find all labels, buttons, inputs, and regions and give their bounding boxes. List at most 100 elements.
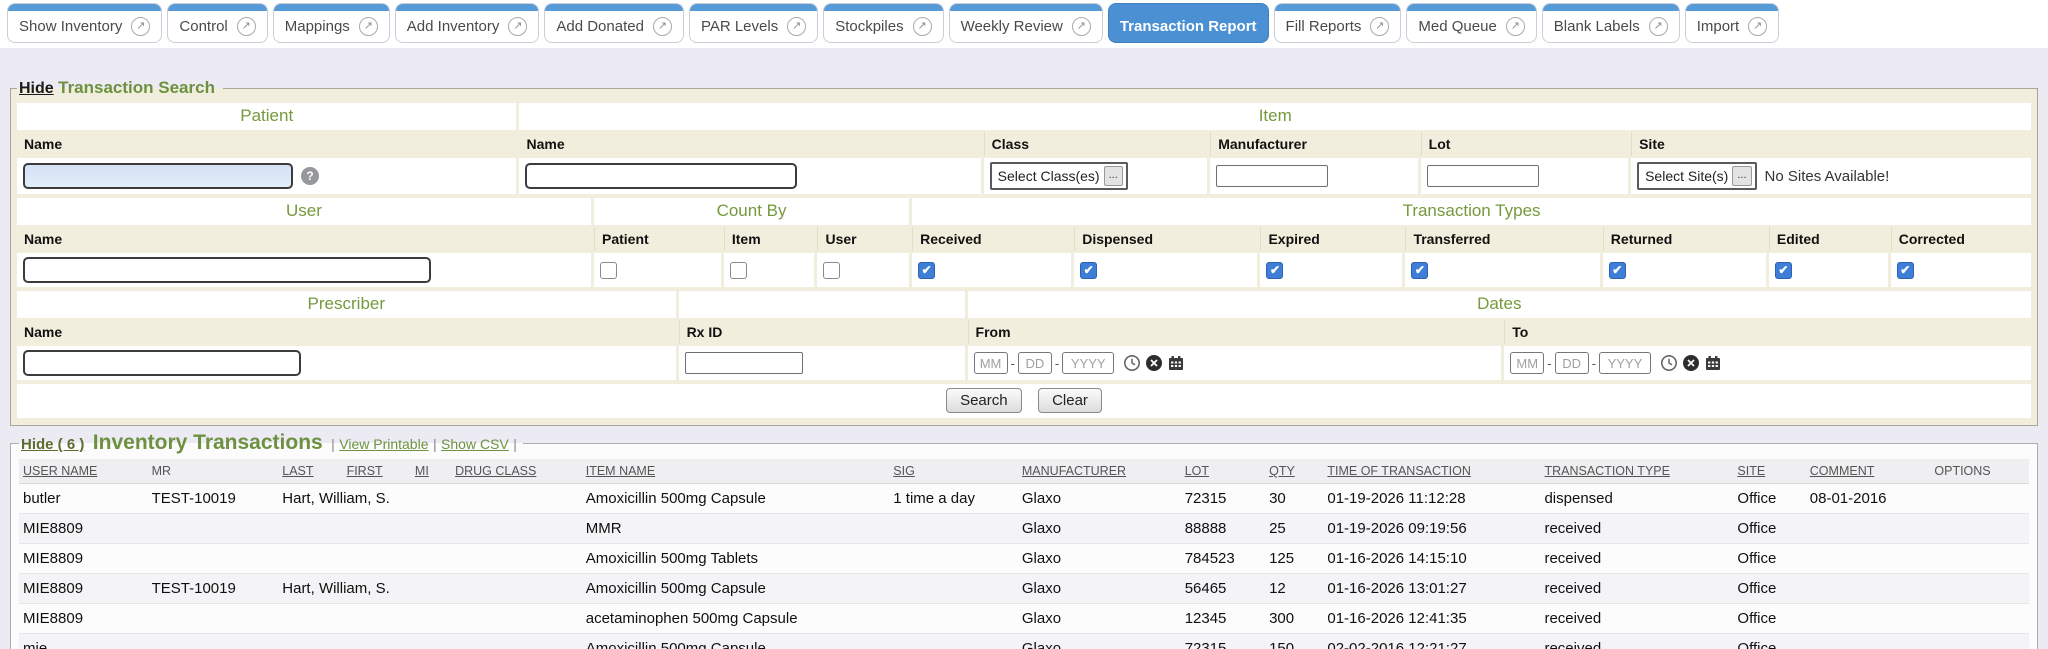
tab-med-queue[interactable]: Med Queue↗	[1407, 4, 1535, 42]
tab-transaction-report[interactable]: Transaction Report	[1109, 4, 1268, 42]
user-name-input[interactable]	[23, 257, 431, 283]
column-header-qty[interactable]: QTY	[1265, 459, 1323, 484]
from-month-input[interactable]	[974, 352, 1008, 374]
expired-checkbox[interactable]: ✔	[1266, 262, 1283, 279]
popout-icon[interactable]: ↗	[1748, 17, 1767, 36]
lot-input[interactable]	[1427, 165, 1539, 187]
tab-add-inventory[interactable]: Add Inventory↗	[396, 4, 539, 42]
section-header-count-by: Count By	[594, 198, 909, 225]
cell-user-name: butler	[19, 484, 148, 514]
manufacturer-input[interactable]	[1216, 165, 1328, 187]
popout-icon[interactable]: ↗	[237, 17, 256, 36]
tab-show-inventory[interactable]: Show Inventory↗	[8, 4, 161, 42]
column-header-comment[interactable]: COMMENT	[1806, 459, 1931, 484]
cell-manufacturer: Glaxo	[1018, 544, 1181, 574]
popout-icon[interactable]: ↗	[1649, 17, 1668, 36]
show-csv-link[interactable]: Show CSV	[441, 436, 509, 452]
column-header-manufacturer[interactable]: MANUFACTURER	[1018, 459, 1181, 484]
from-time-icon[interactable]	[1123, 354, 1141, 372]
column-header-drug-class[interactable]: DRUG CLASS	[451, 459, 582, 484]
edited-checkbox[interactable]: ✔	[1775, 262, 1792, 279]
cell-mr	[148, 514, 279, 544]
select-sites-ellipsis-button[interactable]: ...	[1732, 166, 1751, 186]
select-classes-button[interactable]: Select Class(es) ...	[990, 162, 1128, 190]
popout-icon[interactable]: ↗	[653, 17, 672, 36]
select-sites-button[interactable]: Select Site(s) ...	[1637, 162, 1756, 190]
cell-user-name: MIE8809	[19, 544, 148, 574]
to-day-input[interactable]	[1555, 352, 1589, 374]
popout-icon[interactable]: ↗	[1072, 17, 1091, 36]
tab-mappings[interactable]: Mappings↗	[274, 4, 389, 42]
popout-icon[interactable]: ↗	[131, 17, 150, 36]
help-icon[interactable]: ?	[301, 167, 319, 185]
patient-name-input[interactable]	[23, 163, 293, 189]
select-classes-ellipsis-button[interactable]: ...	[1104, 166, 1123, 186]
tab-stockpiles[interactable]: Stockpiles↗	[824, 4, 942, 42]
tab-add-donated[interactable]: Add Donated↗	[545, 4, 683, 42]
search-button[interactable]: Search	[946, 388, 1022, 413]
tab-label: PAR Levels	[701, 18, 778, 35]
cell-mr	[148, 544, 279, 574]
returned-checkbox[interactable]: ✔	[1609, 262, 1626, 279]
hide-transactions-link[interactable]: Hide ( 6 )	[21, 436, 84, 453]
cell-comment	[1806, 634, 1931, 649]
cell-patient-name: Hart, William, S.	[278, 484, 451, 514]
to-time-icon[interactable]	[1660, 354, 1678, 372]
prescriber-name-input[interactable]	[23, 350, 301, 376]
popout-icon[interactable]: ↗	[508, 17, 527, 36]
column-header-user-name[interactable]: USER NAME	[19, 459, 148, 484]
table-row: MIE8809Amoxicillin 500mg TabletsGlaxo784…	[19, 544, 2029, 574]
section-header-blank	[679, 291, 965, 318]
tab-top-bar	[168, 4, 266, 11]
returned-label: Returned	[1603, 227, 1766, 251]
tab-control[interactable]: Control↗	[168, 4, 266, 42]
dispensed-checkbox[interactable]: ✔	[1080, 262, 1097, 279]
cell-time-of-transaction: 01-16-2026 12:41:35	[1323, 604, 1540, 634]
hide-search-link[interactable]: Hide	[19, 80, 54, 97]
popout-icon[interactable]: ↗	[787, 17, 806, 36]
transferred-checkbox[interactable]: ✔	[1411, 262, 1428, 279]
column-header-site[interactable]: SITE	[1733, 459, 1805, 484]
column-header-lot[interactable]: LOT	[1181, 459, 1265, 484]
to-calendar-icon[interactable]	[1704, 354, 1722, 372]
corrected-checkbox[interactable]: ✔	[1897, 262, 1914, 279]
to-month-input[interactable]	[1510, 352, 1544, 374]
from-clear-icon[interactable]	[1145, 354, 1163, 372]
tab-weekly-review[interactable]: Weekly Review↗	[950, 4, 1102, 42]
view-printable-link[interactable]: View Printable	[339, 436, 428, 452]
from-calendar-icon[interactable]	[1167, 354, 1185, 372]
class-cell: Select Class(es) ...	[984, 158, 1208, 194]
select-sites-label: Select Site(s)	[1645, 168, 1728, 184]
cell-patient-name	[278, 634, 451, 649]
column-header-first[interactable]: FIRST	[343, 459, 411, 484]
cell-transaction-type: received	[1540, 634, 1733, 649]
to-year-input[interactable]	[1599, 352, 1651, 374]
item-name-input[interactable]	[525, 163, 797, 189]
column-header-last[interactable]: LAST	[278, 459, 342, 484]
column-header-time-of-transaction[interactable]: TIME OF TRANSACTION	[1323, 459, 1540, 484]
popout-icon[interactable]: ↗	[1370, 17, 1389, 36]
tab-blank-labels[interactable]: Blank Labels↗	[1543, 4, 1679, 42]
popout-icon[interactable]: ↗	[913, 17, 932, 36]
column-header-transaction-type[interactable]: TRANSACTION TYPE	[1540, 459, 1733, 484]
rx-id-input[interactable]	[685, 352, 803, 374]
popout-icon[interactable]: ↗	[1506, 17, 1525, 36]
cell-item-name: Amoxicillin 500mg Capsule	[582, 634, 890, 649]
tab-import[interactable]: Import↗	[1686, 4, 1779, 42]
tab-fill-reports[interactable]: Fill Reports↗	[1275, 4, 1401, 42]
cell-manufacturer: Glaxo	[1018, 574, 1181, 604]
tab-par-levels[interactable]: PAR Levels ↗	[690, 4, 817, 42]
popout-icon[interactable]: ↗	[359, 17, 378, 36]
count-by-patient-checkbox[interactable]	[600, 262, 617, 279]
to-clear-icon[interactable]	[1682, 354, 1700, 372]
from-day-input[interactable]	[1018, 352, 1052, 374]
received-checkbox[interactable]: ✔	[918, 262, 935, 279]
clear-button[interactable]: Clear	[1038, 388, 1102, 413]
from-year-input[interactable]	[1062, 352, 1114, 374]
dispensed-cell: ✔	[1074, 253, 1257, 287]
count-by-user-checkbox[interactable]	[823, 262, 840, 279]
count-by-item-checkbox[interactable]	[730, 262, 747, 279]
column-header-sig[interactable]: SIG	[889, 459, 1018, 484]
column-header-item-name[interactable]: ITEM NAME	[582, 459, 890, 484]
column-header-mi[interactable]: MI	[411, 459, 451, 484]
